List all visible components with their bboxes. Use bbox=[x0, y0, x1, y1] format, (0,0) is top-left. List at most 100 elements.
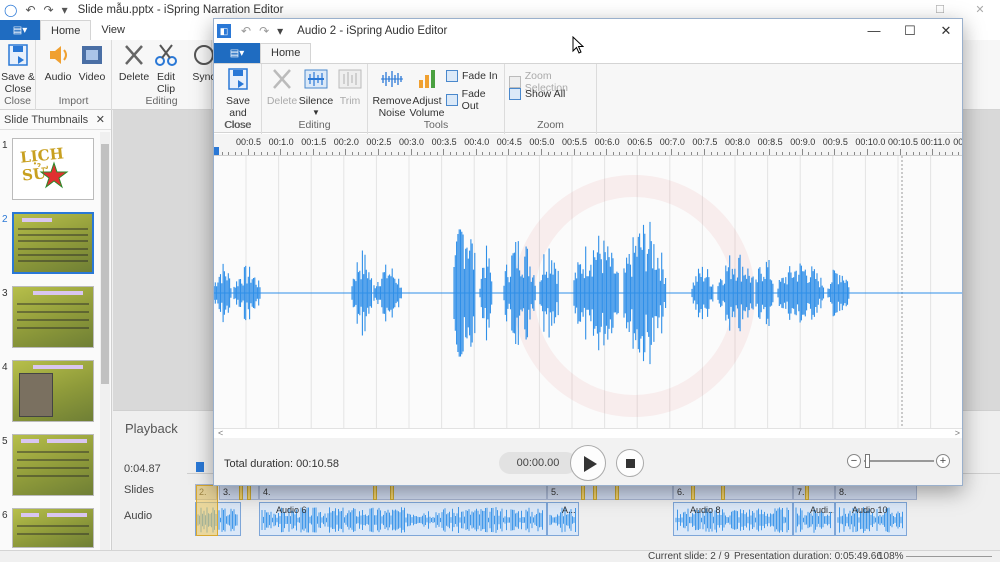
fade-in-button[interactable]: Fade In bbox=[446, 70, 498, 82]
import-video-button[interactable]: Video bbox=[74, 42, 110, 83]
zoom-slider-thumb[interactable] bbox=[865, 454, 870, 468]
trim-button[interactable]: Trim bbox=[332, 66, 368, 107]
timing-marker[interactable] bbox=[615, 484, 619, 500]
ribbon-group-close: Save & Close Close bbox=[0, 40, 36, 110]
ruler-tick bbox=[397, 152, 399, 155]
scroll-left-icon[interactable]: < bbox=[218, 429, 223, 438]
audio-clip[interactable]: A... bbox=[547, 502, 579, 536]
timing-marker[interactable] bbox=[805, 484, 809, 500]
playhead-handle[interactable] bbox=[196, 462, 204, 472]
app-close-button[interactable]: ✕ bbox=[960, 0, 1000, 20]
edit-clip-button[interactable]: Edit Clip bbox=[148, 42, 184, 95]
thumbnail-image bbox=[12, 360, 94, 422]
timing-marker[interactable] bbox=[581, 484, 585, 500]
delete-button[interactable]: Delete bbox=[116, 42, 152, 83]
waveform-time-ruler[interactable]: 00:0.5 00:1.0 00:1.5 00:2.0 00:2.5 00:3.0 00:3… bbox=[214, 134, 962, 156]
slide-thumbnail[interactable]: 3 bbox=[0, 286, 100, 356]
timing-marker[interactable] bbox=[593, 484, 597, 500]
minimize-button[interactable]: — bbox=[856, 19, 892, 43]
audio-clip[interactable]: Audio 8 bbox=[673, 502, 793, 536]
tab-home[interactable]: Home bbox=[40, 20, 92, 40]
ruler-playhead-marker[interactable] bbox=[214, 147, 219, 155]
audio-clip[interactable]: Audio 6 bbox=[259, 502, 547, 536]
import-audio-button[interactable]: Audio bbox=[40, 42, 76, 83]
slide-thumbnail[interactable]: 1 LỊCH SỬ bbox=[0, 138, 100, 208]
ruler-label: 00:1.0 bbox=[268, 137, 294, 147]
slide-segment[interactable]: 7. bbox=[793, 484, 835, 500]
slide-segment[interactable]: 4. bbox=[259, 484, 547, 500]
speaker-icon bbox=[50, 46, 67, 64]
customize-qa-icon[interactable]: ▾ bbox=[62, 3, 68, 17]
delete-x-icon bbox=[273, 69, 291, 89]
app-file-menu-button[interactable]: ▤▾ bbox=[0, 20, 40, 40]
ruler-tick bbox=[853, 152, 855, 155]
ruler-tick bbox=[847, 152, 849, 155]
play-button[interactable] bbox=[570, 445, 606, 481]
slide-segment[interactable]: 5. bbox=[547, 484, 673, 500]
slide-thumbnail[interactable]: 6 bbox=[0, 508, 100, 548]
redo-icon[interactable]: ↷ bbox=[44, 3, 54, 17]
scrollbar-thumb[interactable] bbox=[101, 144, 109, 384]
ruler-tick bbox=[351, 152, 353, 155]
ruler-label: 00:5.0 bbox=[529, 137, 555, 147]
save-close-icon bbox=[8, 44, 28, 66]
waveform-horizontal-scrollbar[interactable]: < > bbox=[214, 428, 962, 438]
slides-track-label: Slides bbox=[124, 484, 154, 496]
slides-track: 2. 3. 4. 5. 6. 7. 8. bbox=[187, 484, 1000, 500]
scroll-right-icon[interactable]: > bbox=[955, 429, 960, 438]
status-zoom-slider[interactable] bbox=[906, 556, 992, 557]
save-close-button[interactable]: Save & Close bbox=[0, 42, 36, 95]
ruler-tick bbox=[580, 152, 582, 155]
delete-button[interactable]: Delete bbox=[264, 66, 300, 107]
waveform-editor[interactable] bbox=[214, 156, 962, 428]
remove-noise-button[interactable]: Remove Noise bbox=[372, 66, 412, 119]
timing-marker[interactable] bbox=[247, 484, 251, 500]
zoom-slider-track[interactable] bbox=[864, 460, 934, 462]
thumbnails-close-icon[interactable]: ✕ bbox=[96, 113, 105, 126]
app-restore-button[interactable]: ☐ bbox=[920, 0, 960, 20]
slide-thumbnail[interactable]: 4 bbox=[0, 360, 100, 430]
status-presentation-duration: Presentation duration: 0:05:49.66 bbox=[734, 551, 882, 562]
ruler-tick bbox=[801, 149, 803, 155]
slide-thumbnail[interactable]: 5 bbox=[0, 434, 100, 504]
maximize-button[interactable]: ☐ bbox=[892, 19, 928, 43]
timing-marker[interactable] bbox=[721, 484, 725, 500]
undo-icon[interactable]: ↶ bbox=[25, 3, 35, 17]
show-all-button[interactable]: Show All bbox=[509, 88, 565, 100]
ruler-tick bbox=[488, 152, 490, 155]
silence-dropdown-icon[interactable]: ▼ bbox=[298, 107, 334, 119]
waveform-graphic bbox=[214, 156, 962, 428]
ruler-tick bbox=[378, 149, 379, 155]
thumbnails-scrollbar[interactable] bbox=[100, 132, 110, 550]
zoom-in-button[interactable]: + bbox=[936, 454, 950, 468]
star-icon bbox=[39, 161, 69, 189]
timing-marker[interactable] bbox=[390, 484, 394, 500]
customize-qa-icon[interactable]: ▾ bbox=[277, 24, 283, 38]
silence-button[interactable]: Silence ▼ bbox=[298, 66, 334, 119]
zoom-out-button[interactable]: − bbox=[847, 454, 861, 468]
redo-icon[interactable]: ↷ bbox=[259, 24, 269, 38]
adjust-volume-button[interactable]: Adjust Volume bbox=[408, 66, 446, 119]
ruler-tick bbox=[221, 152, 223, 155]
tab-view[interactable]: View bbox=[91, 20, 135, 40]
close-button[interactable]: ✕ bbox=[928, 19, 962, 43]
stop-button[interactable] bbox=[616, 449, 644, 477]
fade-out-button[interactable]: Fade Out bbox=[446, 88, 504, 112]
remove-noise-icon bbox=[381, 71, 403, 87]
fade-out-icon bbox=[446, 94, 458, 106]
ruler-label: 00:4.0 bbox=[464, 137, 490, 147]
undo-icon[interactable]: ↶ bbox=[241, 24, 251, 38]
dialog-tab-home[interactable]: Home bbox=[260, 43, 312, 63]
audio-clip[interactable]: Audio 10 bbox=[835, 502, 907, 536]
timing-marker[interactable] bbox=[373, 484, 377, 500]
ruler-label: 00:10.0 bbox=[855, 137, 886, 147]
ruler-tick bbox=[573, 149, 575, 155]
dialog-file-menu-button[interactable]: ▤▾ bbox=[214, 43, 260, 63]
timeline-playhead[interactable] bbox=[196, 462, 218, 536]
ruler-tick bbox=[606, 149, 608, 155]
slide-segment[interactable]: 8. bbox=[835, 484, 917, 500]
audio-clip[interactable]: Audi... bbox=[793, 502, 835, 536]
timing-marker[interactable] bbox=[239, 484, 243, 500]
slide-thumbnail-selected[interactable]: 2 bbox=[0, 212, 100, 282]
timing-marker[interactable] bbox=[691, 484, 695, 500]
